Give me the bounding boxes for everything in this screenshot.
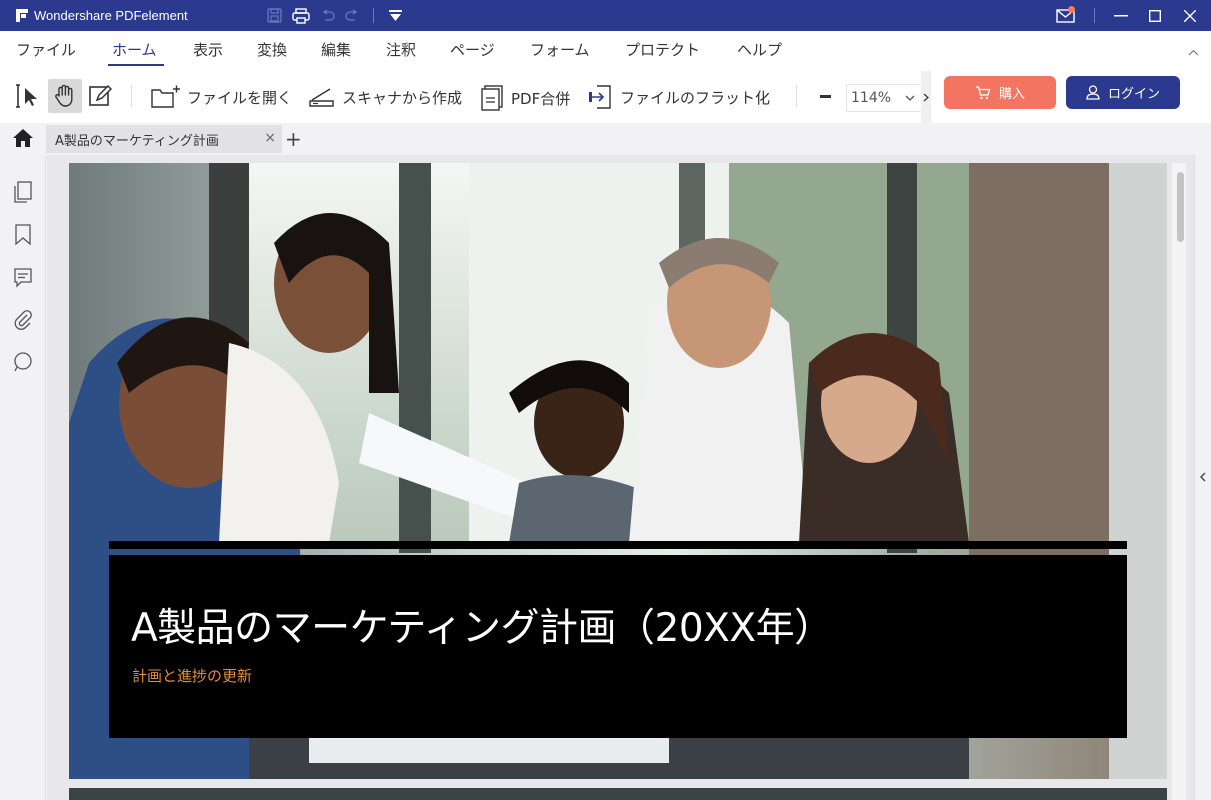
menu-protect[interactable]: プロテクト [625,39,700,60]
menu-home[interactable]: ホーム [112,39,157,60]
scan-create-label: スキャナから作成 [342,88,463,107]
merge-icon [481,85,503,111]
close-tab-icon[interactable]: × [264,130,276,146]
open-file-button[interactable]: ファイルを開く [151,85,292,109]
document-tab[interactable]: A製品のマーケティング計画 × [46,125,282,153]
redo-icon[interactable] [341,0,363,31]
zoom-value: 114% [851,90,892,106]
mail-icon[interactable] [1052,0,1078,31]
document-title: A製品のマーケティング計画（20XX年） [131,606,833,651]
menu-edit[interactable]: 編集 [321,39,351,60]
login-button[interactable]: ログイン [1066,76,1180,109]
select-cursor-icon [16,84,37,108]
search-panel-icon[interactable] [13,351,33,373]
scrollbar-thumb[interactable] [1177,172,1184,242]
close-window-button[interactable] [1175,0,1205,31]
print-icon[interactable] [288,0,314,31]
expand-right-panel-icon[interactable] [1199,472,1207,482]
pdf-page: A製品のマーケティング計画（20XX年） 計画と進捗の更新 [69,163,1167,779]
document-viewport: A製品のマーケティング計画（20XX年） 計画と進捗の更新 [47,155,1194,800]
menu-view[interactable]: 表示 [193,39,223,60]
select-tool[interactable] [15,83,41,109]
edit-tool[interactable] [88,84,112,108]
collapse-ribbon-icon[interactable] [1188,49,1199,56]
app-logo-icon [16,9,28,22]
hand-icon [55,84,73,107]
menu-help[interactable]: ヘルプ [737,39,782,60]
title-accent-bar [109,541,1127,549]
buy-button[interactable]: 購入 [944,76,1056,109]
minimize-button[interactable] [1106,0,1136,31]
active-menu-indicator [108,64,164,66]
flatten-button[interactable]: ファイルのフラット化 [588,84,770,110]
scanner-icon [309,88,334,107]
edit-icon [89,84,112,106]
pdf-merge-label: PDF合併 [511,89,571,108]
toolbar-more-button[interactable] [921,71,931,123]
cover-title-box: A製品のマーケティング計画（20XX年） 計画と進捗の更新 [109,555,1127,738]
pdf-merge-button[interactable]: PDF合併 [481,85,570,111]
menu-file[interactable]: ファイル [16,39,76,60]
open-file-label: ファイルを開く [187,88,293,107]
window-divider [1094,8,1095,23]
chevron-down-icon [905,95,915,101]
vertical-scrollbar[interactable] [1172,163,1186,800]
user-icon [1086,85,1100,100]
next-pdf-page [69,788,1167,800]
comment-icon[interactable] [13,267,33,289]
home-icon[interactable] [12,128,34,148]
toolbar-divider [796,85,797,107]
login-label: ログイン [1107,87,1160,102]
right-sidebar [1194,155,1211,800]
save-icon[interactable] [262,0,286,31]
menu-page[interactable]: ページ [450,39,495,60]
undo-icon[interactable] [317,0,339,31]
zoom-select[interactable]: 114% [846,84,922,112]
customize-dropdown-icon[interactable] [383,0,407,31]
thumbnails-icon[interactable] [13,181,33,203]
attachment-icon[interactable] [13,309,33,331]
maximize-button[interactable] [1140,0,1170,31]
tab-bar: A製品のマーケティング計画 × + [0,123,1211,155]
new-tab-button[interactable]: + [285,127,302,151]
chevron-right-icon [923,93,929,101]
notification-badge [1068,6,1075,13]
menu-form[interactable]: フォーム [530,39,590,60]
qa-divider [373,8,374,23]
hand-tool[interactable] [52,83,78,109]
flatten-icon [589,85,611,109]
document-subtitle: 計画と進捗の更新 [132,667,253,685]
buy-label: 購入 [998,87,1025,102]
zoom-out-button[interactable] [820,95,831,98]
app-title: Wondershare PDFelement [34,8,188,23]
scan-create-button[interactable]: スキャナから作成 [308,85,462,109]
flatten-label: ファイルのフラット化 [620,88,771,107]
menu-bar: ファイル ホーム 表示 変換 編集 注釈 ページ フォーム プロテクト ヘルプ [0,31,1211,67]
left-sidebar [0,155,55,800]
bookmark-icon[interactable] [13,224,33,246]
document-tab-label: A製品のマーケティング計画 [55,133,219,149]
toolbar: ファイルを開く スキャナから作成 PDF合併 ファイルのフラット化 114% 購… [0,67,1211,123]
toolbar-divider [131,85,132,107]
cart-icon [975,85,991,99]
title-bar: Wondershare PDFelement [0,0,1211,31]
menu-annotate[interactable]: 注釈 [386,39,416,60]
menu-convert[interactable]: 変換 [257,39,287,60]
open-folder-icon [151,85,180,108]
